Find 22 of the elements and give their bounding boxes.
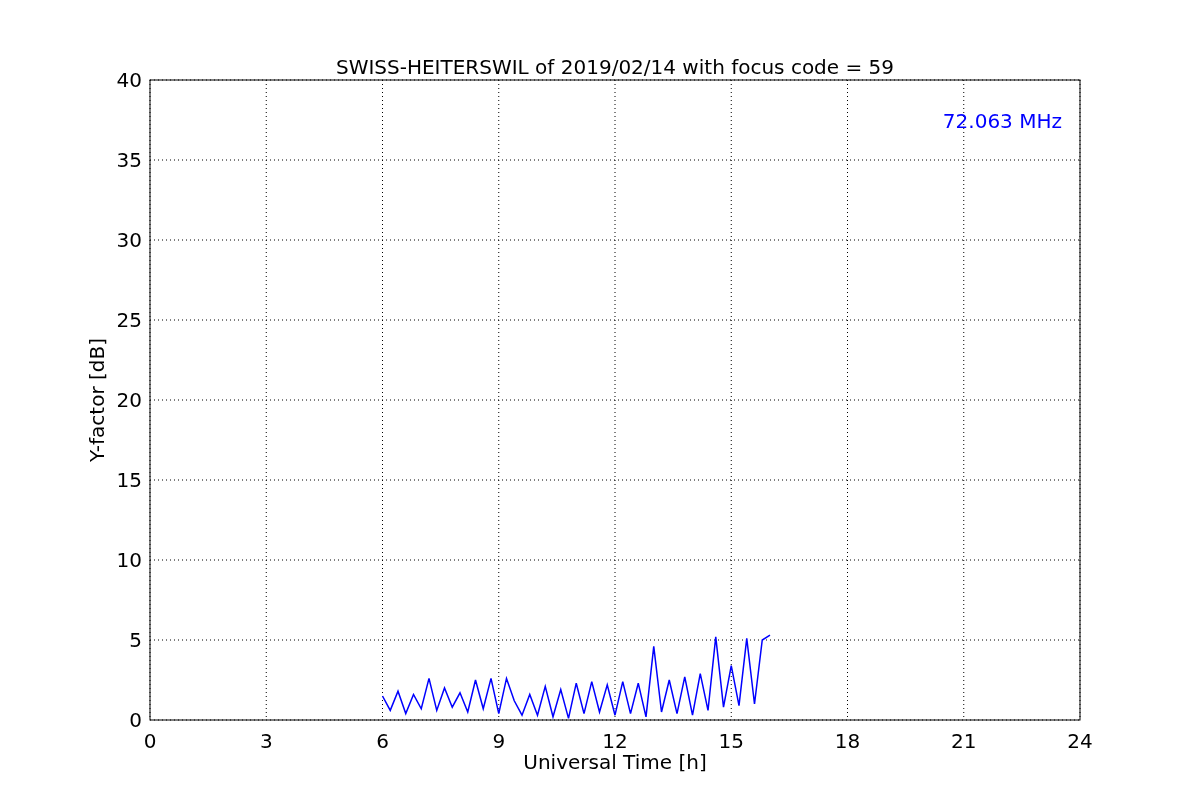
x-tick-label: 6 — [376, 729, 389, 753]
legend-label: 72.063 MHz — [942, 109, 1062, 133]
y-tick-label: 20 — [116, 388, 142, 412]
y-tick-label: 35 — [116, 148, 142, 172]
chart-title: SWISS-HEITERSWIL of 2019/02/14 with focus code = 59 — [335, 55, 895, 79]
x-tick-label: 9 — [492, 729, 506, 753]
x-tick-label: 15 — [718, 729, 744, 753]
x-tick-label: 18 — [834, 729, 861, 753]
x-axis-label: Universal Time [h] — [523, 750, 707, 774]
y-tick-label: 15 — [116, 468, 142, 492]
y-tick-label: 30 — [116, 228, 142, 252]
y-axis-label: Y-factor [dB] — [85, 338, 109, 462]
x-tick-label: 21 — [951, 729, 977, 753]
y-tick-label: 0 — [129, 708, 142, 732]
x-tick-label: 3 — [259, 729, 273, 753]
y-tick-label: 40 — [116, 68, 142, 92]
x-tick-label: 24 — [1067, 729, 1093, 753]
y-tick-label: 10 — [116, 548, 142, 572]
x-tick-label: 0 — [143, 729, 157, 753]
y-tick-label: 25 — [116, 308, 142, 332]
x-tick-label: 12 — [602, 729, 628, 753]
y-tick-label: 5 — [129, 628, 142, 652]
